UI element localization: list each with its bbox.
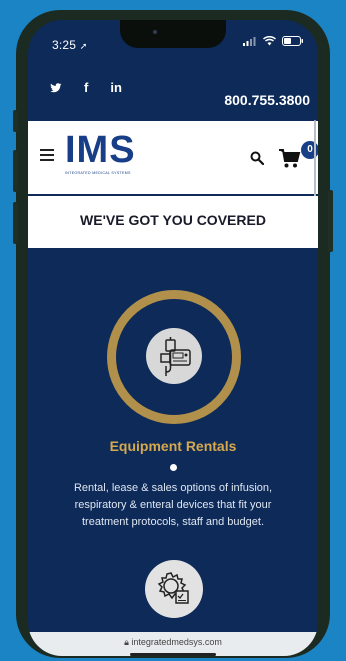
status-time-text: 3:25 — [52, 38, 77, 52]
wifi-icon — [263, 36, 276, 46]
ims-logo[interactable]: IMS INTEGRATED MEDICAL SYSTEMS — [65, 131, 136, 175]
facebook-icon[interactable]: f — [84, 80, 88, 95]
phone-power-button — [328, 190, 333, 252]
logo-tagline: INTEGRATED MEDICAL SYSTEMS — [65, 171, 131, 175]
linkedin-icon[interactable]: in — [110, 80, 122, 95]
status-time: 3:25 ➚ — [52, 38, 87, 52]
phone-number-link[interactable]: 800.755.3800 — [224, 92, 310, 108]
gear-icon — [157, 572, 189, 604]
logo-text: IMS — [65, 129, 136, 171]
phone-volume-down — [13, 202, 18, 244]
notch — [120, 20, 226, 48]
cart-icon[interactable] — [279, 149, 301, 169]
search-icon[interactable] — [250, 151, 264, 165]
bullet-dot — [170, 464, 177, 471]
home-indicator[interactable] — [130, 653, 216, 656]
banner: WE'VE GOT YOU COVERED — [28, 196, 318, 248]
location-arrow-icon: ➚ — [79, 41, 88, 51]
lock-icon: 🔒︎ — [124, 637, 129, 647]
phone-screen: 3:25 ➚ f in 800.755.3800 IMS INTEGRATED … — [28, 20, 318, 656]
service-title[interactable]: Equipment Rentals — [28, 438, 318, 454]
site-navbar: IMS INTEGRATED MEDICAL SYSTEMS 0 — [28, 121, 318, 194]
social-links: f in — [50, 80, 122, 95]
settings-checklist-icon — [145, 560, 203, 618]
phone-volume-up — [13, 150, 18, 192]
infusion-pump-svg — [160, 337, 191, 376]
signal-icon — [243, 36, 256, 46]
service-description: Rental, lease & sales options of infusio… — [73, 482, 273, 528]
url-text: integratedmedsys.com — [131, 637, 222, 647]
phone-side-button — [13, 110, 18, 132]
infusion-pump-icon — [146, 328, 202, 384]
status-icons — [243, 36, 304, 46]
hamburger-menu-icon[interactable] — [40, 149, 54, 161]
twitter-icon[interactable] — [50, 82, 62, 93]
battery-icon — [282, 36, 303, 46]
banner-text: WE'VE GOT YOU COVERED — [80, 212, 266, 228]
